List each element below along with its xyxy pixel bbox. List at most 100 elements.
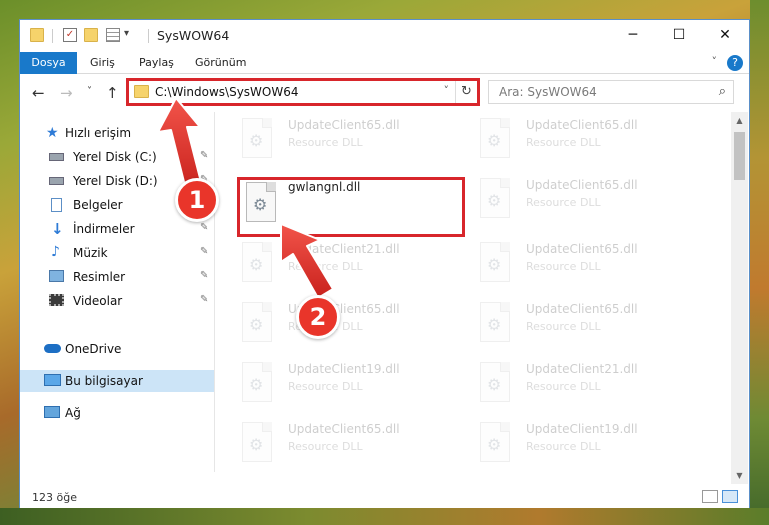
drive-icon — [49, 177, 64, 185]
cloud-icon — [44, 344, 61, 353]
tab-home[interactable]: Giriş — [84, 52, 121, 74]
pin-icon[interactable]: ✎ — [200, 246, 208, 257]
file-name: UpdateClient65.dll — [526, 302, 638, 316]
sidebar-item-music[interactable]: ♪ Müzik ✎ — [20, 242, 214, 264]
dll-file-icon: ⚙ — [242, 242, 278, 286]
sidebar-item-videos[interactable]: Videolar ✎ — [20, 290, 214, 312]
help-icon[interactable]: ? — [727, 55, 743, 71]
file-tile[interactable]: ⚙ UpdateClient65.dll Resource DLL — [472, 112, 698, 170]
music-icon: ♪ — [51, 244, 60, 260]
divider — [148, 29, 149, 43]
close-button[interactable]: ✕ — [702, 20, 748, 50]
sidebar-item-quick-access[interactable]: ★ Hızlı erişim — [20, 122, 214, 144]
forward-arrow-icon[interactable]: → — [60, 84, 73, 102]
divider — [52, 29, 53, 43]
file-type: Resource DLL — [526, 260, 601, 273]
pin-icon[interactable]: ✎ — [200, 294, 208, 305]
ribbon-expand-icon[interactable]: ˅ — [712, 55, 718, 68]
file-type: Resource DLL — [526, 136, 601, 149]
dll-file-icon: ⚙ — [480, 302, 516, 346]
tab-view[interactable]: Görünüm — [189, 52, 252, 74]
sidebar-item-downloads[interactable]: ↓ İndirmeler ✎ — [20, 218, 214, 240]
pin-icon[interactable]: ✎ — [200, 270, 208, 281]
file-name: UpdateClient65.dll — [526, 178, 638, 192]
file-tile[interactable]: ⚙ UpdateClient21.dll Resource DLL — [472, 356, 698, 414]
dll-file-icon: ⚙ — [242, 362, 278, 406]
search-placeholder: Ara: SysWOW64 — [499, 85, 597, 99]
maximize-button[interactable]: ☐ — [656, 20, 702, 50]
file-tile[interactable]: ⚙ UpdateClient19.dll Resource DLL — [234, 356, 460, 414]
properties-check-icon[interactable]: ✓ — [63, 28, 77, 42]
file-tile[interactable]: ⚙ UpdateClient65.dll Resource DLL — [234, 112, 460, 170]
scroll-down-icon[interactable]: ▼ — [731, 467, 748, 484]
file-name: UpdateClient65.dll — [288, 422, 400, 436]
desktop-background-bottom — [0, 508, 769, 525]
drive-icon — [49, 153, 64, 161]
minimize-button[interactable]: ─ — [610, 20, 656, 50]
file-type: Resource DLL — [288, 260, 363, 273]
tab-file[interactable]: Dosya — [20, 52, 77, 74]
tiles-view-icon[interactable] — [722, 490, 738, 503]
tab-share[interactable]: Paylaş — [133, 52, 180, 74]
file-type: Resource DLL — [526, 380, 601, 393]
dll-file-icon: ⚙ — [480, 362, 516, 406]
window-title: SysWOW64 — [157, 28, 230, 43]
star-icon: ★ — [46, 125, 59, 141]
file-type: Resource DLL — [526, 440, 601, 453]
file-tile[interactable]: ⚙ UpdateClient65.dll Resource DLL — [472, 296, 698, 354]
computer-icon — [44, 374, 61, 386]
video-icon — [49, 294, 64, 306]
back-arrow-icon[interactable]: ← — [32, 84, 45, 102]
file-tile[interactable]: ⚙ UpdateClient21.dll Resource DLL — [234, 236, 460, 294]
file-name: UpdateClient21.dll — [288, 242, 400, 256]
file-tile[interactable]: ⚙ UpdateClient65.dll Resource DLL — [234, 416, 460, 472]
sidebar-item-this-pc[interactable]: Bu bilgisayar — [20, 370, 214, 392]
dll-file-icon: ⚙ — [480, 422, 516, 466]
pane-divider — [214, 112, 215, 472]
pin-icon[interactable]: ✎ — [200, 222, 208, 233]
dll-file-icon: ⚙ — [480, 118, 516, 162]
pin-icon[interactable]: ✎ — [200, 150, 208, 161]
pictures-icon — [49, 270, 64, 282]
new-folder-icon[interactable] — [84, 28, 98, 42]
file-tile[interactable]: ⚙ UpdateClient19.dll Resource DLL — [472, 416, 698, 472]
sidebar-item-label: İndirmeler — [73, 222, 135, 236]
sidebar-item-label: OneDrive — [65, 342, 122, 356]
sidebar-item-onedrive[interactable]: OneDrive — [20, 338, 214, 360]
scroll-thumb[interactable] — [734, 132, 745, 180]
file-type: Resource DLL — [288, 136, 363, 149]
dll-file-icon: ⚙ — [242, 118, 278, 162]
download-icon: ↓ — [51, 220, 64, 238]
sidebar-item-drive-c[interactable]: Yerel Disk (C:) ✎ — [20, 146, 214, 168]
sidebar-item-network[interactable]: Ağ — [20, 402, 214, 424]
status-bar: 123 öğe — [20, 486, 749, 508]
recent-locations-icon[interactable]: ˅ — [87, 86, 92, 97]
search-input[interactable]: Ara: SysWOW64 ⌕ — [488, 80, 734, 104]
sidebar-item-label: Resimler — [73, 270, 126, 284]
file-type: Resource DLL — [526, 196, 601, 209]
file-name: UpdateClient19.dll — [288, 362, 400, 376]
title-bar: ✓ ▾ SysWOW64 ─ ☐ ✕ — [20, 20, 749, 52]
file-name: UpdateClient65.dll — [288, 118, 400, 132]
file-type: Resource DLL — [526, 320, 601, 333]
sidebar-item-pictures[interactable]: Resimler ✎ — [20, 266, 214, 288]
file-explorer-window: ✓ ▾ SysWOW64 ─ ☐ ✕ Dosya Giriş Paylaş Gö… — [19, 19, 750, 508]
search-icon[interactable]: ⌕ — [719, 84, 726, 99]
details-view-icon[interactable] — [702, 490, 718, 503]
file-type: Resource DLL — [288, 380, 363, 393]
file-tile[interactable]: ⚙ UpdateClient65.dll Resource DLL — [472, 236, 698, 294]
up-arrow-icon[interactable]: ↑ — [106, 84, 119, 102]
file-type: Resource DLL — [288, 440, 363, 453]
quick-access-dropdown-icon[interactable]: ▾ — [124, 28, 129, 39]
sidebar-item-label: Yerel Disk (D:) — [73, 174, 158, 188]
file-tile[interactable]: ⚙ UpdateClient65.dll Resource DLL — [234, 296, 460, 354]
sidebar-item-label: Yerel Disk (C:) — [73, 150, 157, 164]
file-tile[interactable]: ⚙ UpdateClient65.dll Resource DLL — [472, 172, 698, 230]
sidebar-item-label: Müzik — [73, 246, 108, 260]
item-count: 123 öğe — [32, 491, 77, 504]
customize-icon[interactable] — [106, 28, 120, 42]
desktop-background-right — [750, 0, 769, 525]
vertical-scrollbar[interactable]: ▲ ▼ — [731, 112, 748, 484]
scroll-up-icon[interactable]: ▲ — [731, 112, 748, 129]
file-name: UpdateClient19.dll — [526, 422, 638, 436]
